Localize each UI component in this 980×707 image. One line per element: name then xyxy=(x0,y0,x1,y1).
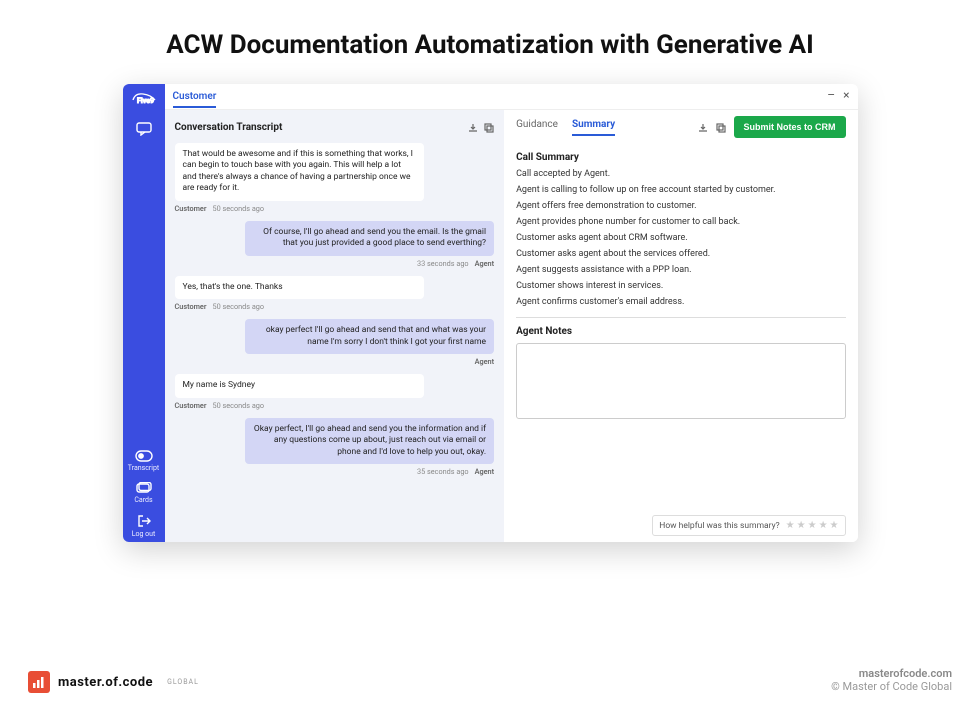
tab-customer[interactable]: Customer xyxy=(173,91,217,108)
copy-icon[interactable] xyxy=(484,118,494,137)
message-meta: Customer50 seconds ago xyxy=(175,204,495,213)
main-area: Customer – × Conversation Transcript Tha… xyxy=(165,84,858,542)
customer-message: Yes, that's the one. Thanks xyxy=(175,276,424,299)
footer-url: masterofcode.com xyxy=(831,667,952,680)
customer-message: That would be awesome and if this is som… xyxy=(175,143,424,201)
divider xyxy=(516,317,845,318)
download-icon[interactable] xyxy=(698,118,708,137)
summary-line: Agent offers free demonstration to custo… xyxy=(516,201,845,211)
message-meta: Agent xyxy=(175,357,495,366)
star-icon[interactable]: ★ xyxy=(830,520,839,531)
sidebar-item-transcript[interactable]: Transcript xyxy=(123,444,165,476)
summary-line: Customer shows interest in services. xyxy=(516,281,845,291)
summary-line: Agent provides phone number for customer… xyxy=(516,217,845,227)
message-block: That would be awesome and if this is som… xyxy=(175,143,495,213)
summary-line: Agent suggests assistance with a PPP loa… xyxy=(516,265,845,275)
summary-panel: Guidance Summary Submit Notes to CRM Cal… xyxy=(504,110,857,542)
summary-line: Customer asks agent about CRM software. xyxy=(516,233,845,243)
message-block: Yes, that's the one. Thanks Customer50 se… xyxy=(175,276,495,311)
message-block: Okay perfect, I'll go ahead and send you… xyxy=(175,418,495,476)
tab-guidance[interactable]: Guidance xyxy=(516,119,558,136)
sidebar-item-cards[interactable]: Cards xyxy=(123,476,165,508)
sidebar-label-transcript: Transcript xyxy=(128,464,159,472)
customer-message: My name is Sydney xyxy=(175,374,424,397)
message-block: Of course, I'll go ahead and send you th… xyxy=(175,221,495,268)
summary-line: Agent is calling to follow up on free ac… xyxy=(516,185,845,195)
message-block: okay perfect I'll go ahead and send that… xyxy=(175,319,495,366)
minimize-button[interactable]: – xyxy=(827,88,835,102)
message-meta: 33 seconds agoAgent xyxy=(175,259,495,268)
message-meta: Customer50 seconds ago xyxy=(175,302,495,311)
download-icon[interactable] xyxy=(468,118,478,137)
feedback-prompt: How helpful was this summary? xyxy=(659,521,779,531)
message-meta: Customer50 seconds ago xyxy=(175,401,495,410)
sidebar-label-cards: Cards xyxy=(134,496,152,504)
summary-line: Customer asks agent about the services o… xyxy=(516,249,845,259)
top-bar: Customer – × xyxy=(165,84,858,110)
svg-text:Five9: Five9 xyxy=(137,97,154,105)
tab-summary[interactable]: Summary xyxy=(572,119,615,136)
star-icon[interactable]: ★ xyxy=(786,520,795,531)
app-window: Five9 Transcript Cards Log out Customer … xyxy=(123,84,858,542)
page-title: ACW Documentation Automatization with Ge… xyxy=(0,30,980,60)
sidebar: Five9 Transcript Cards Log out xyxy=(123,84,165,542)
sidebar-label-logout: Log out xyxy=(132,530,156,538)
transcript-panel: Conversation Transcript That would be aw… xyxy=(165,110,505,542)
page-footer: master.of.code GLOBAL masterofcode.com ©… xyxy=(28,667,952,693)
sidebar-item-logout[interactable]: Log out xyxy=(123,508,165,542)
footer-copyright: © Master of Code Global xyxy=(831,680,952,693)
agent-message: Of course, I'll go ahead and send you th… xyxy=(245,221,494,256)
brand-logo xyxy=(28,671,50,693)
feedback-box: How helpful was this summary? ★ ★ ★ ★ ★ xyxy=(652,515,845,536)
message-block: My name is Sydney Customer50 seconds ago xyxy=(175,374,495,409)
agent-notes-heading: Agent Notes xyxy=(516,326,845,337)
rating-stars[interactable]: ★ ★ ★ ★ ★ xyxy=(786,520,839,531)
agent-message: okay perfect I'll go ahead and send that… xyxy=(245,319,494,354)
submit-notes-button[interactable]: Submit Notes to CRM xyxy=(734,116,846,138)
star-icon[interactable]: ★ xyxy=(797,520,806,531)
close-button[interactable]: × xyxy=(843,88,849,102)
agent-notes-textarea[interactable] xyxy=(516,343,845,419)
chat-icon[interactable] xyxy=(123,116,165,142)
agent-message: Okay perfect, I'll go ahead and send you… xyxy=(245,418,494,464)
brand-sub: GLOBAL xyxy=(167,678,199,686)
star-icon[interactable]: ★ xyxy=(808,520,817,531)
transcript-title: Conversation Transcript xyxy=(175,122,283,133)
call-summary-heading: Call Summary xyxy=(516,152,845,163)
summary-line: Agent confirms customer's email address. xyxy=(516,297,845,307)
message-meta: 35 seconds agoAgent xyxy=(175,467,495,476)
summary-line: Call accepted by Agent. xyxy=(516,169,845,179)
star-icon[interactable]: ★ xyxy=(819,520,828,531)
copy-icon[interactable] xyxy=(716,118,726,137)
five9-logo: Five9 xyxy=(130,88,158,108)
